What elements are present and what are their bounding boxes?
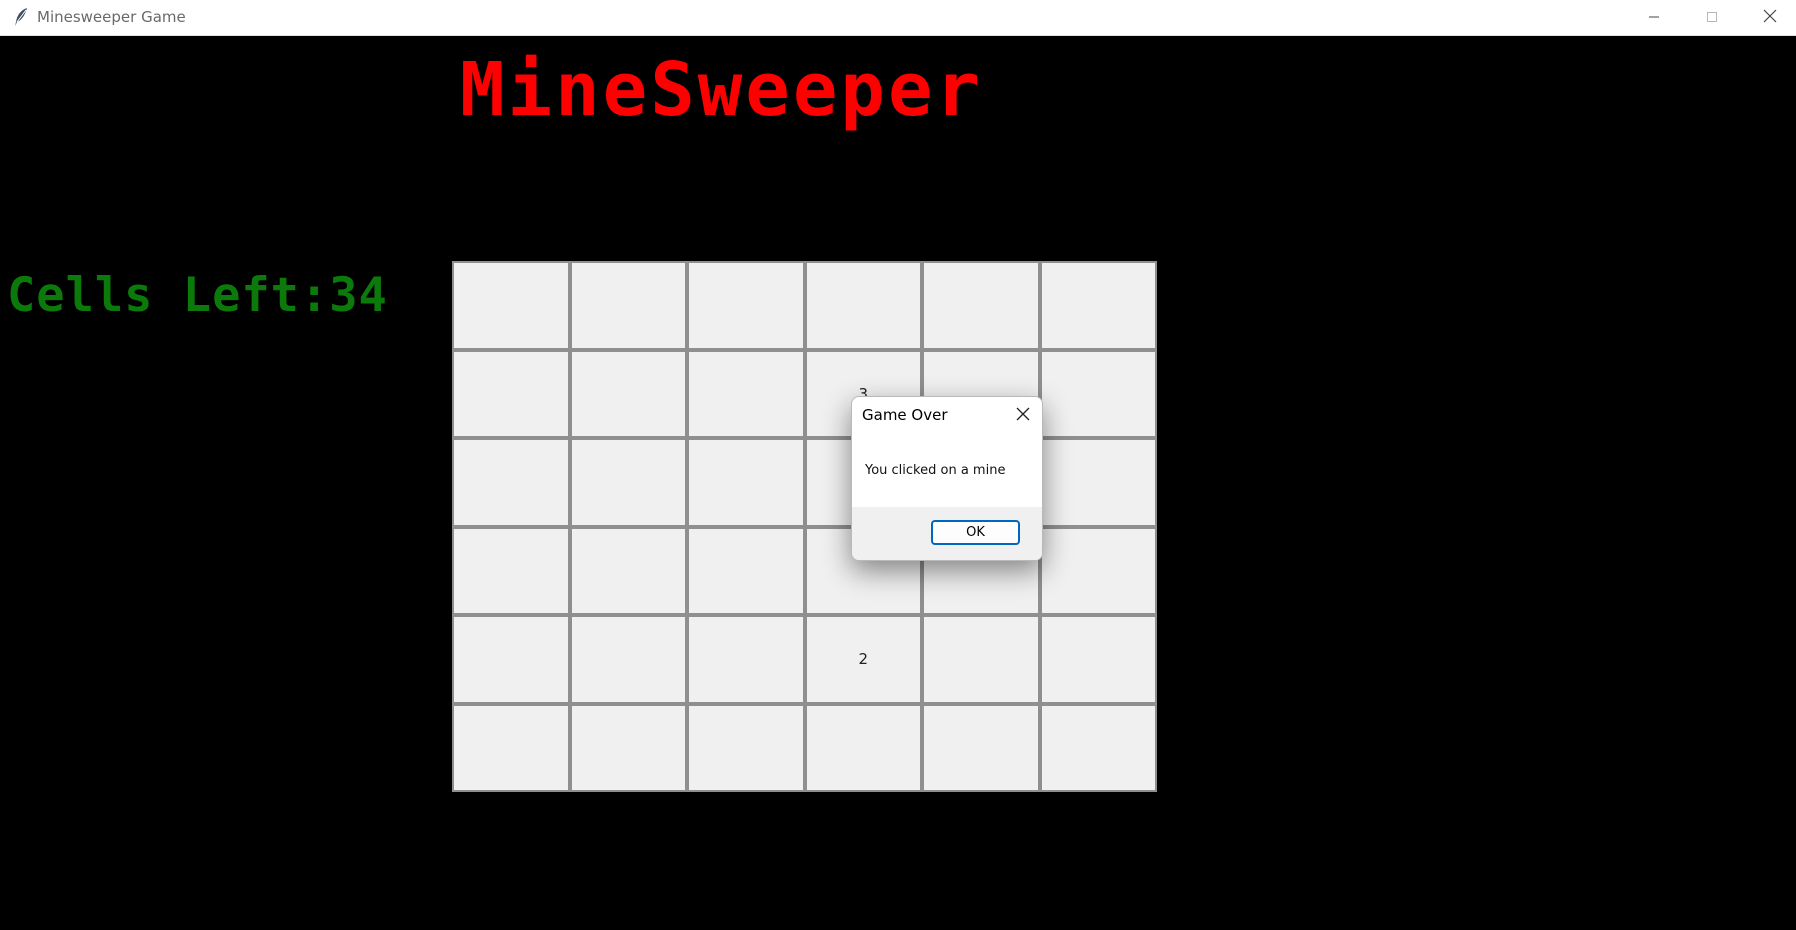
grid-cell[interactable] [1039, 703, 1157, 792]
grid-cell[interactable] [687, 615, 805, 704]
minimize-icon [1648, 8, 1660, 27]
grid-cell[interactable] [1039, 615, 1157, 704]
grid-cell[interactable] [569, 349, 687, 438]
game-over-dialog: Game Over You clicked on a mine OK [851, 396, 1043, 561]
grid-cell[interactable] [452, 526, 570, 615]
grid-cell[interactable] [569, 261, 687, 350]
maximize-icon [1706, 8, 1718, 27]
grid-cell[interactable] [569, 703, 687, 792]
grid-cell[interactable] [687, 703, 805, 792]
grid-cell[interactable] [687, 438, 805, 527]
grid-cell[interactable] [1039, 261, 1157, 350]
window-titlebar: Minesweeper Game [0, 0, 1796, 36]
feather-icon [12, 7, 30, 27]
minefield-grid: 32 [452, 261, 1157, 792]
grid-cell[interactable] [1039, 526, 1157, 615]
window-title: Minesweeper Game [37, 8, 186, 26]
dialog-message: You clicked on a mine [865, 463, 1006, 478]
grid-cell[interactable] [687, 261, 805, 350]
maximize-button[interactable] [1683, 0, 1741, 34]
grid-cell[interactable] [569, 438, 687, 527]
close-icon [1016, 406, 1030, 425]
grid-cell[interactable] [452, 703, 570, 792]
grid-cell[interactable] [687, 349, 805, 438]
grid-cell[interactable] [804, 261, 922, 350]
cells-left-counter: Cells Left:34 [7, 268, 388, 323]
dialog-close-button[interactable] [1012, 404, 1034, 426]
grid-cell[interactable] [452, 615, 570, 704]
grid-cell[interactable] [804, 703, 922, 792]
grid-cell[interactable] [452, 349, 570, 438]
minimize-button[interactable] [1625, 0, 1683, 34]
grid-cell[interactable] [922, 703, 1040, 792]
grid-cell[interactable] [1039, 349, 1157, 438]
close-icon [1763, 8, 1777, 27]
ok-button[interactable]: OK [931, 520, 1020, 545]
grid-cell[interactable] [922, 261, 1040, 350]
grid-cell[interactable] [452, 438, 570, 527]
grid-cell[interactable] [922, 615, 1040, 704]
grid-cell[interactable] [569, 615, 687, 704]
grid-cell[interactable] [452, 261, 570, 350]
game-title: MineSweeper [460, 47, 984, 133]
grid-cell[interactable] [687, 526, 805, 615]
grid-cell[interactable]: 2 [804, 615, 922, 704]
grid-cell[interactable] [1039, 438, 1157, 527]
dialog-title: Game Over [862, 406, 948, 424]
window-close-button[interactable] [1741, 0, 1796, 34]
grid-cell[interactable] [569, 526, 687, 615]
